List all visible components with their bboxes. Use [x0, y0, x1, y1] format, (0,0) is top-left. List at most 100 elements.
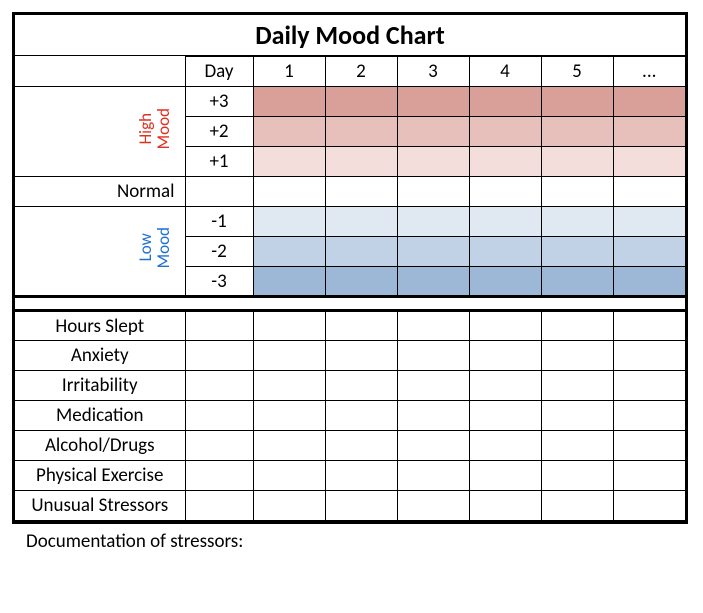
cell[interactable]	[541, 461, 613, 491]
cell[interactable]	[253, 177, 325, 207]
cell[interactable]	[469, 371, 541, 401]
low-mood-label: LowMood	[15, 207, 185, 297]
cell[interactable]	[253, 147, 325, 177]
tracker-label: Alcohol/Drugs	[15, 431, 185, 461]
cell[interactable]	[397, 431, 469, 461]
tracker-label: Unusual Stressors	[15, 491, 185, 521]
cell[interactable]	[325, 431, 397, 461]
cell[interactable]	[613, 87, 685, 117]
cell[interactable]	[253, 401, 325, 431]
cell[interactable]	[469, 491, 541, 521]
cell[interactable]	[469, 311, 541, 341]
cell[interactable]	[613, 431, 685, 461]
cell[interactable]	[325, 177, 397, 207]
cell[interactable]	[613, 341, 685, 371]
cell[interactable]	[325, 341, 397, 371]
cell[interactable]	[185, 371, 253, 401]
level-m3: -3	[185, 267, 253, 297]
cell[interactable]	[613, 237, 685, 267]
cell[interactable]	[541, 177, 613, 207]
cell[interactable]	[253, 207, 325, 237]
cell[interactable]	[325, 147, 397, 177]
cell[interactable]	[253, 431, 325, 461]
cell[interactable]	[253, 491, 325, 521]
cell[interactable]	[397, 87, 469, 117]
cell[interactable]	[613, 401, 685, 431]
cell[interactable]	[469, 461, 541, 491]
cell[interactable]	[325, 267, 397, 297]
cell[interactable]	[541, 207, 613, 237]
cell[interactable]	[541, 237, 613, 267]
cell[interactable]	[469, 341, 541, 371]
cell[interactable]	[469, 117, 541, 147]
cell[interactable]	[253, 371, 325, 401]
cell[interactable]	[613, 461, 685, 491]
cell[interactable]	[397, 147, 469, 177]
cell[interactable]	[541, 87, 613, 117]
cell[interactable]	[613, 117, 685, 147]
footer-label: Documentation of stressors:	[12, 524, 691, 553]
cell[interactable]	[469, 207, 541, 237]
cell[interactable]	[541, 431, 613, 461]
cell[interactable]	[397, 491, 469, 521]
cell[interactable]	[325, 207, 397, 237]
cell[interactable]	[613, 311, 685, 341]
cell[interactable]	[541, 147, 613, 177]
cell[interactable]	[469, 177, 541, 207]
cell[interactable]	[397, 341, 469, 371]
cell[interactable]	[469, 147, 541, 177]
cell[interactable]	[613, 267, 685, 297]
cell[interactable]	[613, 491, 685, 521]
cell[interactable]	[469, 267, 541, 297]
cell[interactable]	[469, 87, 541, 117]
cell[interactable]	[185, 401, 253, 431]
col-4: 4	[469, 57, 541, 87]
cell[interactable]	[185, 461, 253, 491]
cell[interactable]	[325, 87, 397, 117]
cell[interactable]	[325, 237, 397, 267]
cell[interactable]	[541, 311, 613, 341]
cell[interactable]	[325, 117, 397, 147]
cell[interactable]	[253, 237, 325, 267]
normal-label: Normal	[15, 177, 185, 207]
cell[interactable]	[541, 491, 613, 521]
cell[interactable]	[397, 401, 469, 431]
cell[interactable]	[541, 341, 613, 371]
cell[interactable]	[325, 401, 397, 431]
cell[interactable]	[541, 401, 613, 431]
cell[interactable]	[613, 207, 685, 237]
cell[interactable]	[613, 147, 685, 177]
cell[interactable]	[325, 311, 397, 341]
cell[interactable]	[469, 401, 541, 431]
cell[interactable]	[325, 461, 397, 491]
cell[interactable]	[613, 177, 685, 207]
cell[interactable]	[613, 371, 685, 401]
cell[interactable]	[397, 117, 469, 147]
cell[interactable]	[397, 177, 469, 207]
cell[interactable]	[397, 311, 469, 341]
cell[interactable]	[541, 267, 613, 297]
cell[interactable]	[397, 267, 469, 297]
cell[interactable]	[541, 117, 613, 147]
cell[interactable]	[325, 491, 397, 521]
cell[interactable]	[253, 311, 325, 341]
cell[interactable]	[253, 117, 325, 147]
cell[interactable]	[397, 461, 469, 491]
cell[interactable]	[397, 371, 469, 401]
cell[interactable]	[185, 341, 253, 371]
cell[interactable]	[541, 371, 613, 401]
cell[interactable]	[185, 491, 253, 521]
cell[interactable]	[253, 461, 325, 491]
tracker-label: Physical Exercise	[15, 461, 185, 491]
cell[interactable]	[325, 371, 397, 401]
cell[interactable]	[253, 87, 325, 117]
cell[interactable]	[397, 207, 469, 237]
cell[interactable]	[469, 431, 541, 461]
cell[interactable]	[185, 311, 253, 341]
cell[interactable]	[253, 267, 325, 297]
cell[interactable]	[469, 237, 541, 267]
col-3: 3	[397, 57, 469, 87]
cell[interactable]	[253, 341, 325, 371]
cell[interactable]	[397, 237, 469, 267]
cell[interactable]	[185, 431, 253, 461]
